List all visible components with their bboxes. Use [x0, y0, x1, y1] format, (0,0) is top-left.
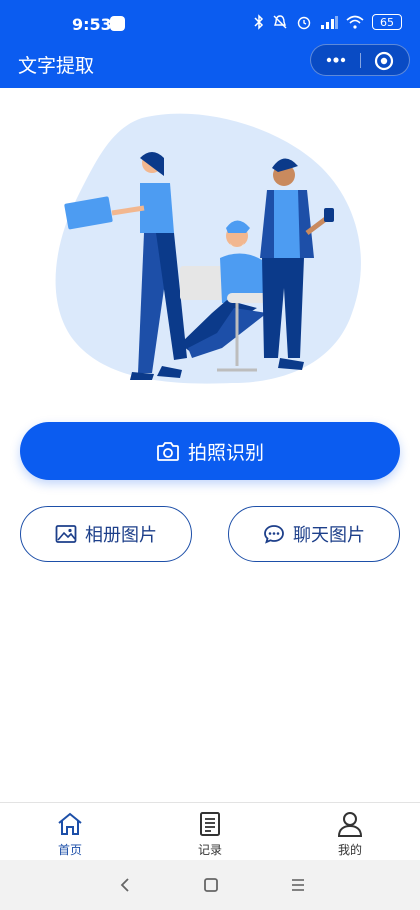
album-image-label: 相册图片: [85, 525, 157, 546]
status-bar: 9:53 65: [0, 0, 420, 48]
capsule-divider: [360, 53, 361, 68]
chat-image-label: 聊天图片: [293, 525, 365, 546]
system-navigation-bar: [0, 860, 420, 910]
back-icon[interactable]: [118, 876, 132, 894]
mute-icon: [273, 15, 287, 29]
team-illustration: [55, 113, 361, 384]
alarm-icon: [297, 16, 311, 30]
album-image-button[interactable]: 相册图片: [20, 506, 192, 562]
signal-icon: [321, 16, 338, 29]
camera-icon: [156, 440, 180, 462]
tab-records[interactable]: 记录: [170, 809, 250, 858]
tab-mine[interactable]: 我的: [310, 809, 390, 858]
home-icon: [30, 809, 110, 839]
mini-program-capsule: [310, 44, 410, 76]
image-icon: [55, 524, 77, 544]
close-mini-program-icon[interactable]: [374, 51, 394, 71]
bluetooth-icon: [254, 14, 264, 30]
document-icon: [170, 809, 250, 839]
notification-app-icon: [110, 16, 125, 31]
chat-bubble-icon: [263, 524, 285, 544]
camera-recognize-label: 拍照识别: [187, 441, 264, 464]
chat-image-button[interactable]: 聊天图片: [228, 506, 400, 562]
more-icon[interactable]: [325, 54, 347, 66]
page-title: 文字提取: [18, 55, 95, 77]
nav-bar: 文字提取: [0, 44, 420, 88]
tab-home[interactable]: 首页: [30, 809, 110, 858]
tab-home-label: 首页: [57, 843, 82, 857]
camera-recognize-button[interactable]: 拍照识别: [20, 422, 400, 480]
wifi-icon: [346, 15, 364, 29]
home-square-icon[interactable]: [203, 876, 219, 894]
menu-icon[interactable]: [290, 876, 306, 894]
status-icons: 65: [254, 14, 402, 30]
user-icon: [310, 809, 390, 839]
tab-records-label: 记录: [197, 843, 222, 857]
battery-icon: 65: [372, 14, 402, 30]
tab-mine-label: 我的: [337, 843, 362, 857]
tab-bar: 首页 记录 我的: [0, 802, 420, 861]
status-time: 9:53: [72, 15, 112, 34]
